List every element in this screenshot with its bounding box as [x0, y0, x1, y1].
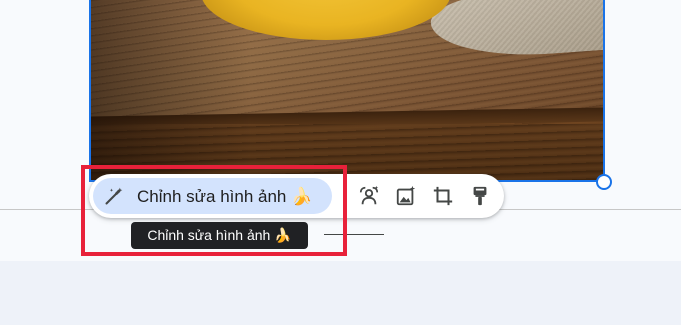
remove-background-icon[interactable] — [358, 185, 380, 207]
crop-icon[interactable] — [432, 185, 454, 207]
resize-handle[interactable] — [596, 174, 612, 190]
paint-format-icon[interactable] — [469, 185, 491, 207]
annotation-highlight-box — [81, 165, 347, 256]
selected-photo[interactable] — [89, 0, 605, 182]
photo-shadow — [91, 0, 251, 180]
bottom-gutter — [0, 261, 681, 325]
replace-image-icon[interactable] — [395, 185, 417, 207]
